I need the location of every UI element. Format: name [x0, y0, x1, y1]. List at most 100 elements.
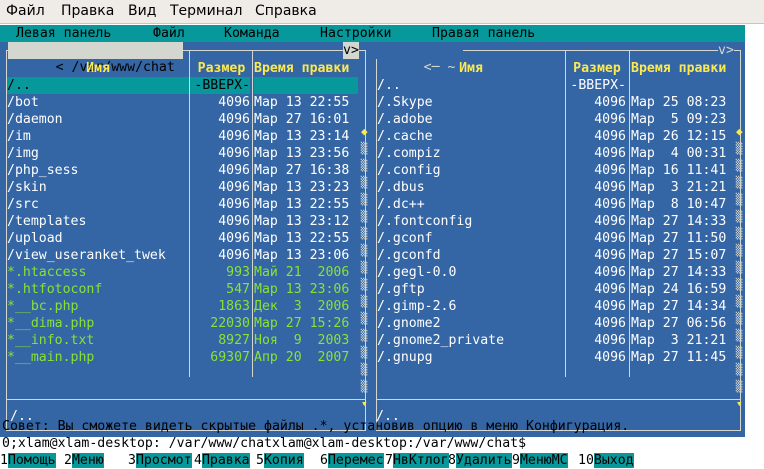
fkey-2[interactable]: 2Меню	[64, 452, 104, 469]
mc-menubar: Левая панель Файл Команда Настройки Прав…	[0, 25, 745, 42]
file-size: 1863	[218, 299, 250, 314]
file-mtime: Мар 13 23:06	[254, 248, 350, 263]
file-row[interactable]: /.gconf 4096 Мар 27 11:50	[370, 230, 745, 247]
file-mtime: Май 21 2006	[254, 265, 350, 280]
left-panel[interactable]: < /var/www/chat v> Имя Размер Время прав…	[0, 42, 370, 437]
file-name: /.dc++	[377, 197, 425, 212]
file-row[interactable]: *__dima.php 22030 Мар 27 15:26	[0, 315, 370, 332]
file-row[interactable]: *.htfotoconf 547 Мар 13 23:06	[0, 281, 370, 298]
menu-terminal[interactable]: Терминал	[170, 3, 242, 20]
file-name: /.cache	[377, 129, 433, 144]
left-header-name[interactable]: Имя	[7, 60, 189, 77]
mc-menu-options[interactable]: Настройки	[320, 25, 391, 42]
file-row[interactable]: /.gegl-0.0 4096 Мар 27 14:33	[370, 264, 745, 281]
file-mtime: Мар 13 23:56	[254, 146, 350, 161]
file-row[interactable]: /.gftp 4096 Мар 24 16:59	[370, 281, 745, 298]
mc-menu-right-panel[interactable]: Правая панель	[432, 25, 535, 42]
file-mtime	[254, 77, 358, 94]
file-row[interactable]: /.. -ВВЕРХ-	[0, 77, 370, 94]
file-row[interactable]: /.gimp-2.6 4096 Мар 27 14:34	[370, 298, 745, 315]
file-name: /bot	[7, 95, 39, 110]
file-row[interactable]: /php_sess 4096 Мар 27 16:38	[0, 162, 370, 179]
shell-prompt[interactable]: 0;xlam@xlam-desktop: /var/www/chatxlam@x…	[2, 435, 526, 452]
left-scroll-down-icon[interactable]: ▾	[361, 395, 368, 412]
right-panel-history-button[interactable]: v>	[718, 42, 734, 59]
file-mtime: Мар 8 10:47	[631, 197, 727, 212]
menu-edit[interactable]: Правка	[61, 3, 114, 20]
file-row[interactable]: /.Skype 4096 Мар 25 08:23	[370, 94, 745, 111]
file-row[interactable]: /templates 4096 Мар 13 23:12	[0, 213, 370, 230]
file-row[interactable]: /.gnupg 4096 Мар 27 11:45	[370, 349, 745, 366]
file-row[interactable]: /.gnome2 4096 Мар 27 06:56	[370, 315, 745, 332]
fkey-number: 10	[578, 453, 594, 468]
left-panel-path[interactable]: < /var/www/chat	[8, 42, 183, 75]
fkey-5[interactable]: 5Копия	[256, 452, 304, 469]
right-header-size[interactable]: Размер	[567, 60, 627, 77]
fkey-4[interactable]: 4Правка	[194, 452, 250, 469]
file-row[interactable]: /.cache 4096 Мар 26 12:15	[370, 128, 745, 145]
file-size: 22030	[210, 316, 250, 331]
file-row[interactable]: /.fontconfig 4096 Мар 27 14:33	[370, 213, 745, 230]
file-row[interactable]: /upload 4096 Мар 13 22:55	[0, 230, 370, 247]
right-scroll-down-icon[interactable]: ▾	[736, 395, 743, 412]
left-panel-history-button[interactable]: v>	[343, 42, 359, 59]
file-row[interactable]: /skin 4096 Мар 13 23:23	[0, 179, 370, 196]
file-size: 4096	[218, 214, 250, 229]
left-header-size[interactable]: Размер	[191, 60, 252, 77]
file-row[interactable]: /.gnome2_private 4096 Мар 3 21:21	[370, 332, 745, 349]
file-row[interactable]: /.gconfd 4096 Мар 27 15:07	[370, 247, 745, 264]
right-header-mtime[interactable]: Время правки	[631, 60, 731, 77]
file-mtime: Мар 13 23:06	[254, 282, 350, 297]
file-row[interactable]: *__info.txt 8927 Ноя 9 2003	[0, 332, 370, 349]
file-row[interactable]: /.dbus 4096 Мар 3 21:21	[370, 179, 745, 196]
left-scrollbar[interactable]: ▒ ▒ ▒ ▒ ▒ ▒ ▒ ▒ ▒ ▒ ▒ ▒ ▒ ▒ ▒	[360, 140, 368, 395]
fkey-6[interactable]: 6Перемес	[320, 452, 384, 469]
file-name: /.config	[377, 163, 441, 178]
file-name: /.gnupg	[377, 350, 433, 365]
fkey-10[interactable]: 10Выход	[578, 452, 634, 469]
file-row[interactable]: /daemon 4096 Мар 27 16:01	[0, 111, 370, 128]
file-row[interactable]: /.adobe 4096 Мар 5 09:23	[370, 111, 745, 128]
menu-help[interactable]: Справка	[255, 3, 317, 20]
right-panel-path[interactable]: <─ ~	[376, 42, 464, 75]
file-row[interactable]: /img 4096 Мар 13 23:56	[0, 145, 370, 162]
file-mtime: Апр 20 2007	[254, 350, 350, 365]
mc-menu-left-panel[interactable]: Левая панель	[16, 25, 111, 42]
mc-menu-command[interactable]: Команда	[224, 25, 280, 42]
right-header-name[interactable]: Имя	[377, 60, 565, 77]
right-scrollbar[interactable]: ▒ ▒ ▒ ▒ ▒ ▒ ▒ ▒ ▒ ▒ ▒ ▒ ▒ ▒ ▒	[735, 140, 743, 395]
file-row[interactable]: /.dc++ 4096 Мар 8 10:47	[370, 196, 745, 213]
file-row[interactable]: /src 4096 Мар 13 22:55	[0, 196, 370, 213]
file-row[interactable]: /.compiz 4096 Мар 4 00:31	[370, 145, 745, 162]
fkey-8[interactable]: 8Удалить	[448, 452, 512, 469]
file-row[interactable]: *.htaccess 993 Май 21 2006	[0, 264, 370, 281]
file-row[interactable]: *__bc.php 1863 Дек 3 2006	[0, 298, 370, 315]
file-row[interactable]: /bot 4096 Мар 13 22:55	[0, 94, 370, 111]
left-scroll-thumb-icon[interactable]: ◆	[361, 123, 368, 140]
file-row[interactable]: /.. -ВВЕРХ-	[370, 77, 745, 94]
file-size: 4096	[594, 282, 626, 297]
file-row[interactable]: /.config 4096 Мар 16 11:41	[370, 162, 745, 179]
file-size: 4096	[594, 265, 626, 280]
mc-menu-file[interactable]: Файл	[153, 25, 185, 42]
file-name: /img	[7, 146, 39, 161]
file-mtime: Мар 13 22:55	[254, 197, 350, 212]
right-scroll-thumb-icon[interactable]: ◆	[736, 123, 743, 140]
file-name: /.fontconfig	[377, 214, 473, 229]
left-header-mtime[interactable]: Время правки	[254, 60, 354, 77]
menu-view[interactable]: Вид	[128, 3, 156, 20]
fkey-7[interactable]: 7НвКтлог	[385, 452, 449, 469]
file-size: 8927	[218, 333, 250, 348]
file-name: /.adobe	[377, 112, 433, 127]
menu-file[interactable]: Файл	[6, 3, 45, 20]
file-name: /.gnome2	[377, 316, 441, 331]
file-row[interactable]: /im 4096 Мар 13 23:14	[0, 128, 370, 145]
file-row[interactable]: *__main.php 69307 Апр 20 2007	[0, 349, 370, 366]
right-panel[interactable]: <─ ~ v> Имя Размер Время правки /.. -ВВЕР…	[370, 42, 745, 437]
file-mtime: Мар 27 15:26	[254, 316, 350, 331]
fkey-1[interactable]: 1Помощь	[0, 452, 56, 469]
fkey-3[interactable]: 3Просмот	[128, 452, 192, 469]
fkey-9[interactable]: 9МенюМС	[512, 452, 568, 469]
file-row[interactable]: /view_useranket_twek 4096 Мар 13 23:06	[0, 247, 370, 264]
file-mtime: Мар 27 15:07	[631, 248, 727, 263]
